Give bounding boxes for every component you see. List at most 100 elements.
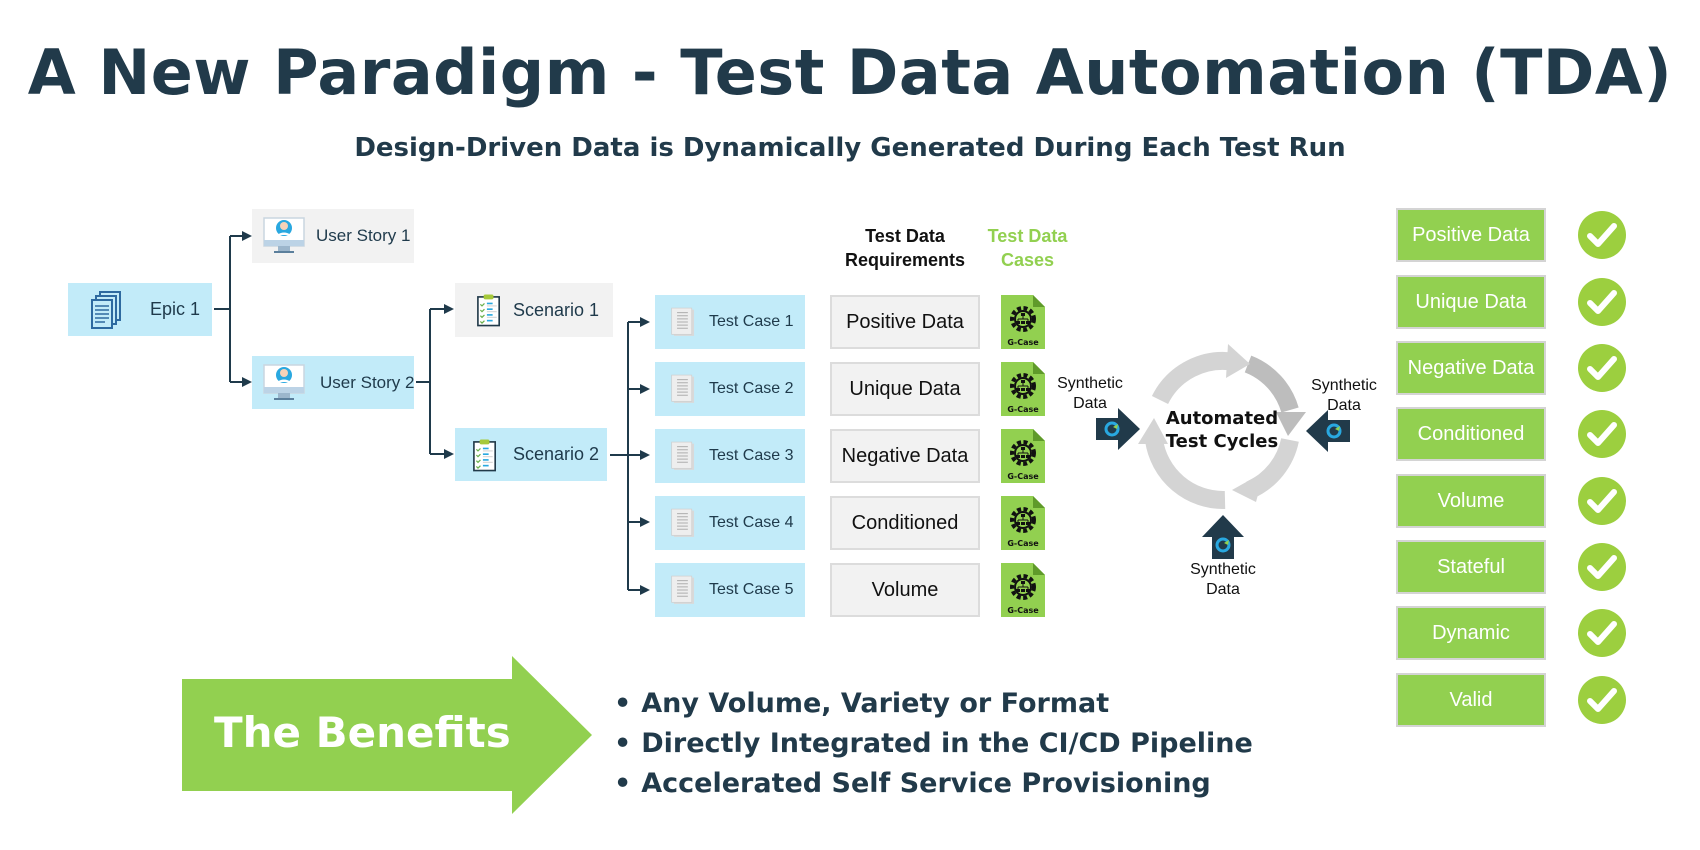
cycle-label-line1: Automated	[1165, 408, 1279, 429]
check-circle-icon	[1578, 344, 1626, 392]
g-case-file-icon[interactable]: G-Case	[1001, 295, 1045, 349]
g-case-file-icon[interactable]: G-Case	[1001, 496, 1045, 550]
g-case-label: G-Case	[1007, 539, 1039, 548]
scenario-2-label: Scenario 2	[513, 444, 600, 464]
test-case-node[interactable]: Test Case 5	[655, 563, 805, 617]
check-circle-icon	[1578, 676, 1626, 724]
requirements-header-line1: Test Data	[865, 226, 945, 246]
synthetic-data-bottom-arrow-icon	[1202, 515, 1244, 559]
cycle-label: Automated Test Cycles	[1160, 407, 1284, 453]
synthetic-data-left-arrow-icon	[1096, 408, 1140, 450]
scenario-1-node[interactable]: Scenario 1	[455, 283, 613, 337]
g-case-label: G-Case	[1007, 405, 1039, 414]
document-icon	[671, 508, 695, 537]
benefit-item: Directly Integrated in the CI/CD Pipelin…	[614, 724, 1253, 764]
g-case-label: G-Case	[1007, 338, 1039, 347]
requirements-header: Test Data Requirements	[820, 224, 990, 272]
data-cases-header-line1: Test Data	[987, 226, 1068, 246]
requirement-label: Unique Data	[849, 377, 961, 400]
test-case-label: Test Case 3	[709, 447, 794, 464]
scenario-2-node[interactable]: Scenario 2	[455, 428, 607, 481]
documents-icon	[91, 290, 121, 329]
document-icon	[671, 441, 695, 470]
requirement-box: Volume	[830, 563, 980, 617]
synthetic-data-right-line1: Synthetic	[1311, 377, 1377, 394]
check-circle-icon	[1578, 609, 1626, 657]
outcome-box: Positive Data	[1396, 208, 1546, 262]
synthetic-data-left-line1: Synthetic	[1057, 375, 1123, 392]
clipboard-checklist-icon	[477, 294, 500, 327]
benefits-label: The Benefits	[214, 708, 511, 757]
gear-hierarchy-icon: G-Case	[1001, 362, 1045, 416]
user-story-2-node[interactable]: User Story 2	[252, 356, 414, 409]
requirement-box: Conditioned	[830, 496, 980, 550]
cycle-arrow-top-left	[1151, 351, 1237, 405]
gear-hierarchy-icon: G-Case	[1001, 563, 1045, 617]
document-icon	[671, 575, 695, 604]
gear-hierarchy-icon: G-Case	[1001, 429, 1045, 483]
test-case-label: Test Case 5	[709, 581, 794, 598]
check-circle-icon	[1578, 543, 1626, 591]
test-case-node[interactable]: Test Case 4	[655, 496, 805, 550]
benefit-item: Accelerated Self Service Provisioning	[614, 764, 1253, 804]
test-case-label: Test Case 2	[709, 380, 794, 397]
outcome-label: Unique Data	[1415, 290, 1527, 313]
synthetic-data-bottom-label: Synthetic Data	[1183, 560, 1263, 600]
test-case-node[interactable]: Test Case 3	[655, 429, 805, 483]
check-circle-icon	[1578, 211, 1626, 259]
check-circle-icon	[1578, 410, 1626, 458]
check-circle-icon	[1578, 278, 1626, 326]
outcome-label: Volume	[1437, 489, 1505, 512]
scenario-1-label: Scenario 1	[513, 299, 600, 320]
g-case-label: G-Case	[1007, 606, 1039, 615]
test-case-node[interactable]: Test Case 1	[655, 295, 805, 349]
document-icon	[671, 374, 695, 403]
user-monitor-icon	[263, 363, 305, 400]
outcome-label: Conditioned	[1417, 422, 1525, 445]
test-case-label: Test Case 4	[709, 514, 794, 531]
synthetic-data-right-arrow-icon	[1306, 410, 1350, 452]
cycle-label-line2: Test Cycles	[1165, 431, 1279, 452]
outcome-box: Negative Data	[1396, 341, 1546, 395]
requirement-box: Negative Data	[830, 429, 980, 483]
requirement-label: Positive Data	[846, 310, 964, 333]
epic-node[interactable]: Epic 1	[68, 283, 212, 336]
benefit-item: Any Volume, Variety or Format	[614, 684, 1253, 724]
test-case-label: Test Case 1	[709, 313, 794, 330]
user-monitor-icon	[263, 217, 305, 253]
outcome-box: Stateful	[1396, 540, 1546, 594]
synthetic-data-bottom-line1: Synthetic	[1190, 561, 1256, 578]
outcome-box: Unique Data	[1396, 275, 1546, 329]
gear-hierarchy-icon: G-Case	[1001, 496, 1045, 550]
cycle-arrow-top-right	[1244, 355, 1299, 413]
outcome-box: Volume	[1396, 474, 1546, 528]
g-case-file-icon[interactable]: G-Case	[1001, 362, 1045, 416]
outcome-label: Dynamic	[1432, 621, 1510, 644]
user-story-1-node[interactable]: User Story 1	[252, 209, 414, 263]
g-case-file-icon[interactable]: G-Case	[1001, 429, 1045, 483]
check-circle-icon	[1578, 477, 1626, 525]
benefits-list: Any Volume, Variety or Format Directly I…	[614, 684, 1253, 804]
outcome-label: Stateful	[1437, 555, 1505, 578]
outcome-box: Dynamic	[1396, 606, 1546, 660]
outcome-box: Valid	[1396, 673, 1546, 727]
user-story-2-label: User Story 2	[320, 372, 415, 392]
requirement-box: Positive Data	[830, 295, 980, 349]
requirement-box: Unique Data	[830, 362, 980, 416]
g-case-label: G-Case	[1007, 472, 1039, 481]
outcome-label: Valid	[1449, 688, 1493, 711]
document-icon	[671, 307, 695, 336]
outcome-label: Positive Data	[1412, 223, 1530, 246]
g-case-file-icon[interactable]: G-Case	[1001, 563, 1045, 617]
test-case-node[interactable]: Test Case 2	[655, 362, 805, 416]
user-story-1-label: User Story 1	[316, 226, 411, 245]
data-cases-header: Test Data Cases	[975, 224, 1080, 272]
gear-hierarchy-icon: G-Case	[1001, 295, 1045, 349]
requirement-label: Volume	[871, 578, 939, 601]
synthetic-data-bottom-line2: Data	[1206, 581, 1240, 598]
outcome-box: Conditioned	[1396, 407, 1546, 461]
clipboard-checklist-icon	[473, 438, 496, 471]
requirement-label: Conditioned	[851, 511, 959, 534]
data-cases-header-line2: Cases	[1000, 250, 1055, 270]
outcome-label: Negative Data	[1407, 356, 1535, 379]
